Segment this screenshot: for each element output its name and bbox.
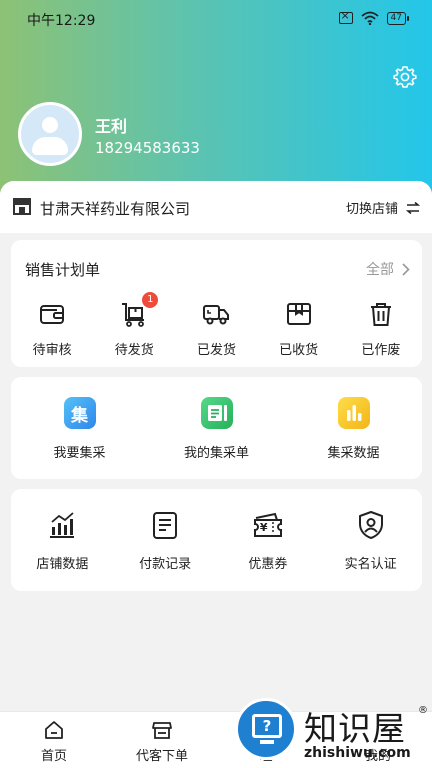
- battery-indicator: 47: [386, 11, 410, 25]
- coupon-icon: [253, 512, 282, 537]
- group-buy-icon-char: 集: [71, 406, 88, 426]
- group-buy-start[interactable]: 集 我要集采: [11, 397, 148, 461]
- status-bar: 中午12:29 47: [0, 0, 432, 38]
- real-name-verification-tool[interactable]: 实名认证: [319, 510, 422, 572]
- trash-icon: [370, 303, 391, 326]
- chevron-right-icon: [402, 262, 410, 276]
- view-all-label: 全部: [366, 262, 394, 278]
- coupon-icon-wrap: ¥: [253, 510, 283, 540]
- swap-arrows-icon: [406, 201, 420, 214]
- watermark-monitor-icon: ?: [252, 714, 282, 738]
- list-doc-icon: [200, 397, 233, 429]
- coupons-tool[interactable]: ¥ 优惠券: [217, 510, 320, 572]
- shop-icon: [152, 722, 172, 739]
- tool-label: 优惠券: [248, 557, 288, 572]
- tools-card: 店铺数据 付款记录 ¥ 优惠券 实名认证: [11, 489, 422, 591]
- order-status-pending-shipment[interactable]: 1 待发货: [93, 292, 175, 358]
- group-buy-card: 集 我要集采 我的集采单 集采数据: [11, 377, 422, 479]
- group-buy-data-label: 集采数据: [327, 446, 380, 461]
- order-status-label: 待发货: [114, 343, 154, 358]
- package-cart-icon-wrap: 1: [120, 292, 159, 328]
- no-sim-icon: [338, 9, 353, 24]
- sales-plan-title: 销售计划单: [25, 261, 101, 279]
- group-buy-data[interactable]: 集采数据: [285, 397, 422, 461]
- tools-grid: 店铺数据 付款记录 ¥ 优惠券 实名认证: [11, 510, 422, 572]
- user-phone: 18294583633: [95, 139, 200, 157]
- sales-plan-card: 销售计划单 全部 待审核 1 待发货 已发货 已收货 已作废: [11, 240, 422, 367]
- wallet-icon: [40, 305, 65, 324]
- payment-records-tool[interactable]: 付款记录: [114, 510, 217, 572]
- store-icon: [13, 198, 31, 215]
- order-status-label: 待审核: [32, 343, 72, 358]
- store-data-tool[interactable]: 店铺数据: [11, 510, 114, 572]
- tool-label: 付款记录: [139, 557, 192, 572]
- store-name: 甘肃天祥药业有限公司: [40, 200, 191, 218]
- group-buy-app-icon: 集: [63, 397, 96, 429]
- group-buy-grid: 集 我要集采 我的集采单 集采数据: [11, 397, 422, 461]
- truck-icon: [203, 305, 230, 325]
- gear-icon[interactable]: [393, 65, 417, 89]
- pending-shipment-badge: 1: [142, 292, 159, 308]
- watermark-logo: ?: [235, 698, 297, 760]
- view-all-orders-link[interactable]: 全部: [366, 259, 410, 279]
- tab-order-for-customer[interactable]: 代客下单: [108, 712, 216, 768]
- tab-home[interactable]: 首页: [0, 712, 108, 768]
- avatar-body-shape: [32, 137, 68, 155]
- tab-label: 首页: [40, 749, 67, 764]
- order-status-grid: 待审核 1 待发货 已发货 已收货 已作废: [11, 292, 422, 358]
- tool-label: 店铺数据: [36, 557, 89, 572]
- user-name: 王利: [95, 117, 128, 136]
- box-icon: [286, 303, 311, 325]
- shield-user-icon: [358, 511, 383, 539]
- status-time: 中午12:29: [27, 13, 96, 29]
- tool-label: 实名认证: [344, 557, 397, 572]
- watermark-monitor-stand: [260, 740, 274, 744]
- order-status-label: 已发货: [196, 343, 236, 358]
- avatar-head-shape: [42, 117, 58, 133]
- status-icons: 47: [338, 9, 410, 25]
- order-status-received[interactable]: 已收货: [258, 300, 340, 358]
- bar-chart-icon: [337, 397, 370, 429]
- watermark-registered-mark: ®: [418, 705, 428, 716]
- list-doc-glyph: [207, 405, 227, 421]
- avatar[interactable]: [18, 102, 82, 166]
- switch-store-label: 切换店铺: [345, 202, 398, 217]
- watermark-text: 知识屋: [304, 709, 406, 748]
- order-status-shipped[interactable]: 已发货: [175, 300, 257, 358]
- coupon-currency-glyph: ¥: [259, 521, 268, 534]
- home-icon: [45, 721, 63, 739]
- tab-label: 代客下单: [135, 749, 188, 764]
- bar-chart-glyph: [346, 405, 361, 421]
- record-icon: [153, 512, 178, 539]
- order-status-voided[interactable]: 已作废: [340, 300, 422, 358]
- order-status-label: 已收货: [279, 343, 319, 358]
- wifi-icon: [360, 11, 379, 25]
- order-status-label: 已作废: [361, 343, 401, 358]
- store-row: 甘肃天祥药业有限公司 切换店铺: [0, 181, 432, 233]
- order-status-pending-review[interactable]: 待审核: [11, 300, 93, 358]
- switch-store-button[interactable]: 切换店铺: [346, 198, 420, 217]
- watermark-url: zhishiwu.com: [304, 745, 411, 761]
- stats-icon: [50, 512, 75, 538]
- my-group-orders-label: 我的集采单: [183, 446, 249, 461]
- group-buy-label: 我要集采: [53, 446, 106, 461]
- my-group-orders[interactable]: 我的集采单: [148, 397, 285, 461]
